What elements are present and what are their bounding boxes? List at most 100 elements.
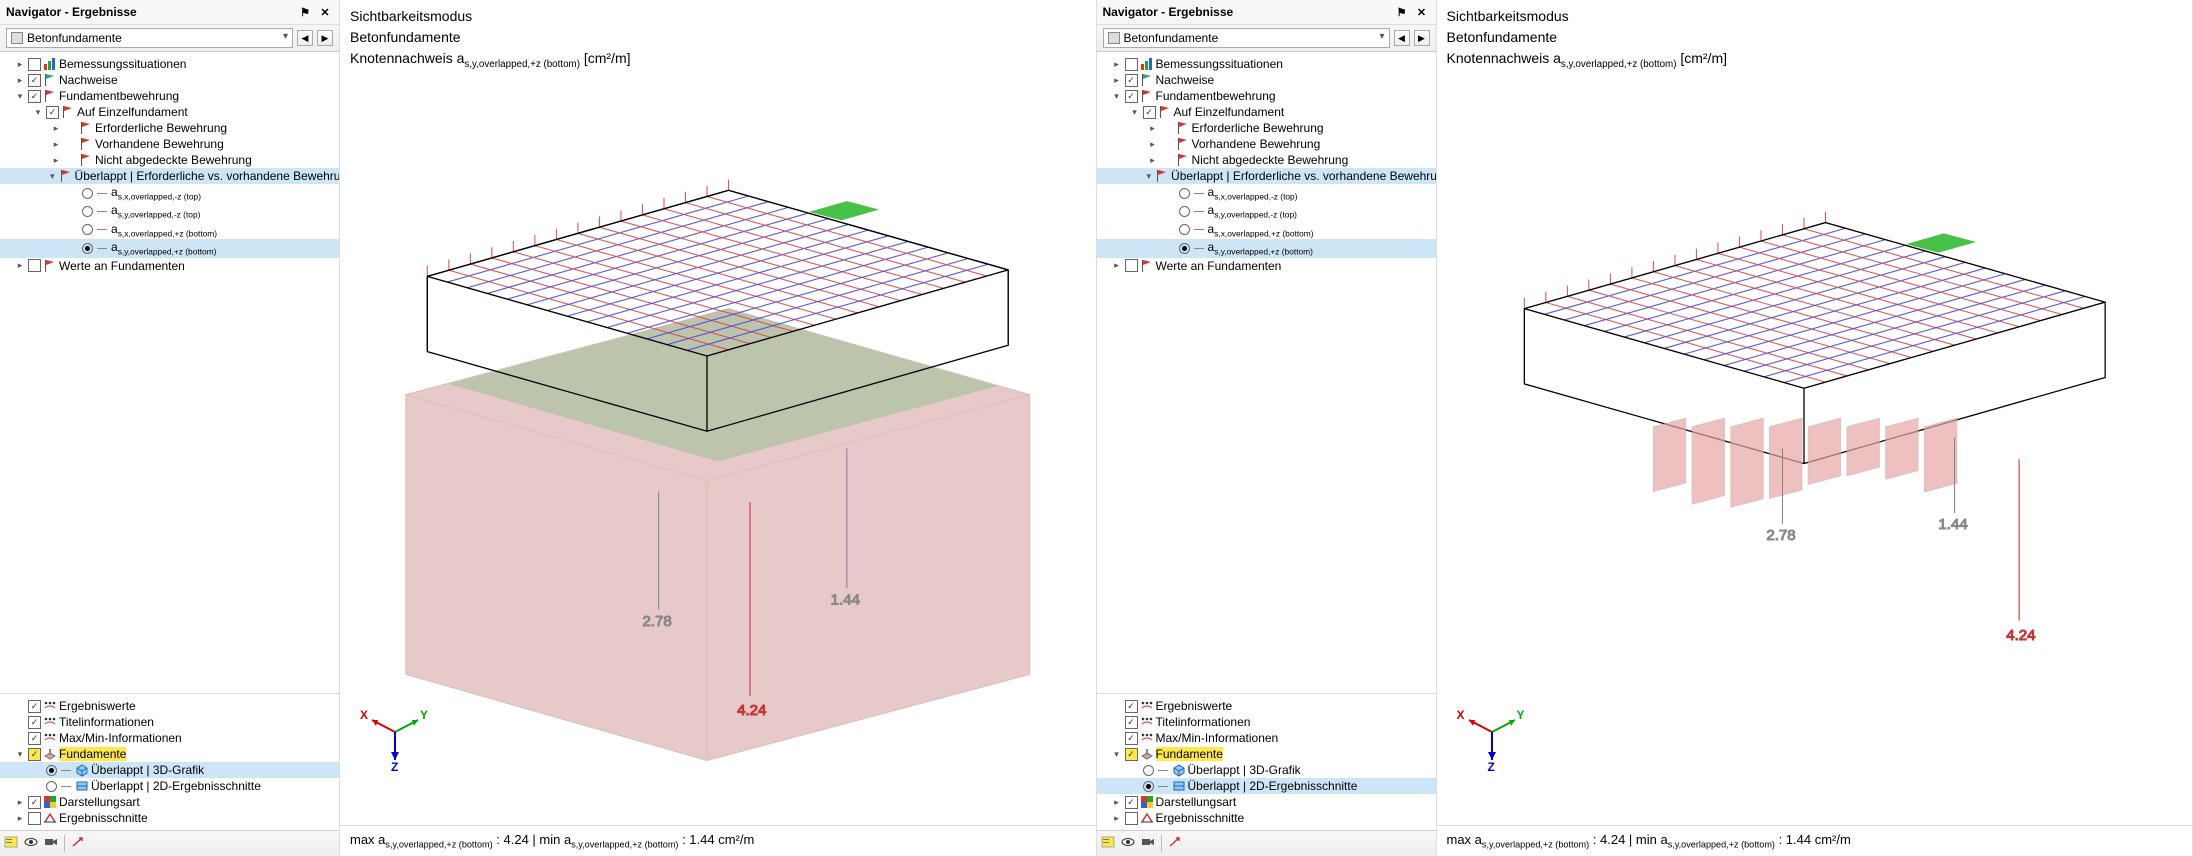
tree-node[interactable]: ▾Überlappt | Erforderliche vs. vorhanden… xyxy=(0,168,339,184)
expander-icon[interactable]: ▾ xyxy=(1111,91,1123,102)
tree-radio[interactable]: as,y,overlapped,-z (top) xyxy=(0,202,339,220)
expander-icon[interactable]: ▸ xyxy=(50,139,62,150)
checkbox[interactable] xyxy=(28,812,41,825)
tree-radio[interactable]: as,y,overlapped,-z (top) xyxy=(1097,202,1436,220)
checkbox[interactable]: ✓ xyxy=(1143,106,1156,119)
expander-icon[interactable]: ▸ xyxy=(50,155,62,166)
checkbox[interactable] xyxy=(28,58,41,71)
radio[interactable] xyxy=(1179,206,1190,217)
tree-node[interactable]: ▸Erforderliche Bewehrung xyxy=(1097,120,1436,136)
expander-icon[interactable]: ▸ xyxy=(1147,155,1159,166)
checkbox[interactable]: ✓ xyxy=(1125,74,1138,87)
expander-icon[interactable]: ▾ xyxy=(1111,749,1123,760)
tree-node[interactable]: ▸Werte an Fundamenten xyxy=(1097,258,1436,274)
expander-icon[interactable]: ▾ xyxy=(32,107,44,118)
checkbox[interactable]: ✓ xyxy=(1125,700,1138,713)
radio[interactable] xyxy=(46,781,57,792)
expander-icon[interactable]: ▸ xyxy=(1147,139,1159,150)
pin-icon[interactable]: ⚑ xyxy=(297,4,313,20)
tree-node[interactable]: ▸Vorhandene Bewehrung xyxy=(1097,136,1436,152)
close-icon[interactable]: ✕ xyxy=(1414,4,1430,20)
tree-radio[interactable]: as,x,overlapped,+z (bottom) xyxy=(1097,221,1436,239)
checkbox[interactable]: ✓ xyxy=(28,716,41,729)
expander-icon[interactable]: ▾ xyxy=(1129,107,1141,118)
radio[interactable] xyxy=(82,188,93,199)
arrow-icon[interactable] xyxy=(71,835,85,852)
nav-icon[interactable] xyxy=(1101,835,1115,852)
viewport-body[interactable]: 2.78 1.44 4.24 X Y Z xyxy=(340,72,1096,825)
viewport-3d[interactable]: 2.78 1.44 4.24 xyxy=(340,72,1096,825)
checkbox[interactable]: ✓ xyxy=(28,748,41,761)
radio[interactable] xyxy=(82,243,93,254)
tree-radio[interactable]: Überlappt | 3D-Grafik xyxy=(0,762,339,778)
tree-node[interactable]: ▸✓Darstellungsart xyxy=(0,794,339,810)
expander-icon[interactable]: ▸ xyxy=(14,813,26,824)
tree-node[interactable]: ▾Überlappt | Erforderliche vs. vorhanden… xyxy=(1097,168,1436,184)
radio[interactable] xyxy=(1143,781,1154,792)
expander-icon[interactable]: ▾ xyxy=(14,749,26,760)
expander-icon[interactable]: ▸ xyxy=(1111,813,1123,824)
tree-node[interactable]: ▸Ergebnisschnitte xyxy=(0,810,339,826)
pin-icon[interactable]: ⚑ xyxy=(1394,4,1410,20)
expander-icon[interactable]: ▾ xyxy=(1147,171,1152,182)
radio[interactable] xyxy=(1143,765,1154,776)
tree-node[interactable]: ▸Bemessungssituationen xyxy=(0,56,339,72)
tree-node[interactable]: ▸✓Darstellungsart xyxy=(1097,794,1436,810)
panel-header[interactable]: Navigator - Ergebnisse ⚑ ✕ xyxy=(1097,0,1436,25)
checkbox[interactable]: ✓ xyxy=(28,796,41,809)
expander-icon[interactable]: ▸ xyxy=(14,75,26,86)
checkbox[interactable]: ✓ xyxy=(28,700,41,713)
tree-node[interactable]: ▾✓Fundamente xyxy=(0,746,339,762)
tree-node[interactable]: ▾✓Fundamentbewehrung xyxy=(1097,88,1436,104)
expander-icon[interactable]: ▸ xyxy=(14,59,26,70)
radio[interactable] xyxy=(1179,188,1190,199)
radio[interactable] xyxy=(1179,243,1190,254)
tree-node[interactable]: ✓Max/Min-Informationen xyxy=(1097,730,1436,746)
radio[interactable] xyxy=(82,224,93,235)
tree-node[interactable]: ▾✓Fundamente xyxy=(1097,746,1436,762)
tree-radio[interactable]: as,y,overlapped,+z (bottom) xyxy=(1097,239,1436,257)
tree-node[interactable]: ▸Ergebnisschnitte xyxy=(1097,810,1436,826)
tree-node[interactable]: ✓Titelinformationen xyxy=(1097,714,1436,730)
expander-icon[interactable]: ▾ xyxy=(14,91,26,102)
panel-header[interactable]: Navigator - Ergebnisse ⚑ ✕ xyxy=(0,0,339,25)
tree-node[interactable]: ▸Nicht abgedeckte Bewehrung xyxy=(0,152,339,168)
tree-node[interactable]: ▸Werte an Fundamenten xyxy=(0,258,339,274)
arrow-icon[interactable] xyxy=(1168,835,1182,852)
tree-node[interactable]: ▾✓Fundamentbewehrung xyxy=(0,88,339,104)
expander-icon[interactable]: ▸ xyxy=(1111,797,1123,808)
tree-node[interactable]: ▸Bemessungssituationen xyxy=(1097,56,1436,72)
viewport-2d[interactable]: 2.78 1.44 4.24 xyxy=(1437,72,2193,825)
expander-icon[interactable]: ▸ xyxy=(1111,59,1123,70)
expander-icon[interactable]: ▸ xyxy=(1147,123,1159,134)
checkbox[interactable]: ✓ xyxy=(28,90,41,103)
camera-icon[interactable] xyxy=(44,835,58,852)
tree-radio[interactable]: as,x,overlapped,-z (top) xyxy=(0,184,339,202)
checkbox[interactable]: ✓ xyxy=(1125,716,1138,729)
tree-node[interactable]: ✓Ergebniswerte xyxy=(0,698,339,714)
viewport-body[interactable]: 2.78 1.44 4.24 X Y Z xyxy=(1437,72,2193,825)
radio[interactable] xyxy=(1179,224,1190,235)
checkbox[interactable] xyxy=(1125,58,1138,71)
tree-node[interactable]: ✓Titelinformationen xyxy=(0,714,339,730)
next-button[interactable]: ▶ xyxy=(317,30,333,46)
radio[interactable] xyxy=(46,765,57,776)
expander-icon[interactable]: ▸ xyxy=(1111,260,1123,271)
tree-node[interactable]: ▾✓Auf Einzelfundament xyxy=(0,104,339,120)
checkbox[interactable]: ✓ xyxy=(1125,90,1138,103)
tree-node[interactable]: ▸✓Nachweise xyxy=(0,72,339,88)
checkbox[interactable]: ✓ xyxy=(28,74,41,87)
expander-icon[interactable]: ▾ xyxy=(50,171,55,182)
radio[interactable] xyxy=(82,206,93,217)
tree-node[interactable]: ▸Nicht abgedeckte Bewehrung xyxy=(1097,152,1436,168)
camera-icon[interactable] xyxy=(1141,835,1155,852)
prev-button[interactable]: ◀ xyxy=(297,30,313,46)
tree-radio[interactable]: Überlappt | 2D-Ergebnisschnitte xyxy=(1097,778,1436,794)
tree-radio[interactable]: as,y,overlapped,+z (bottom) xyxy=(0,239,339,257)
tree-node[interactable]: ▸✓Nachweise xyxy=(1097,72,1436,88)
close-icon[interactable]: ✕ xyxy=(317,4,333,20)
checkbox[interactable]: ✓ xyxy=(28,732,41,745)
tree-radio[interactable]: Überlappt | 2D-Ergebnisschnitte xyxy=(0,778,339,794)
tree-node[interactable]: ▾✓Auf Einzelfundament xyxy=(1097,104,1436,120)
tree-radio[interactable]: as,x,overlapped,-z (top) xyxy=(1097,184,1436,202)
